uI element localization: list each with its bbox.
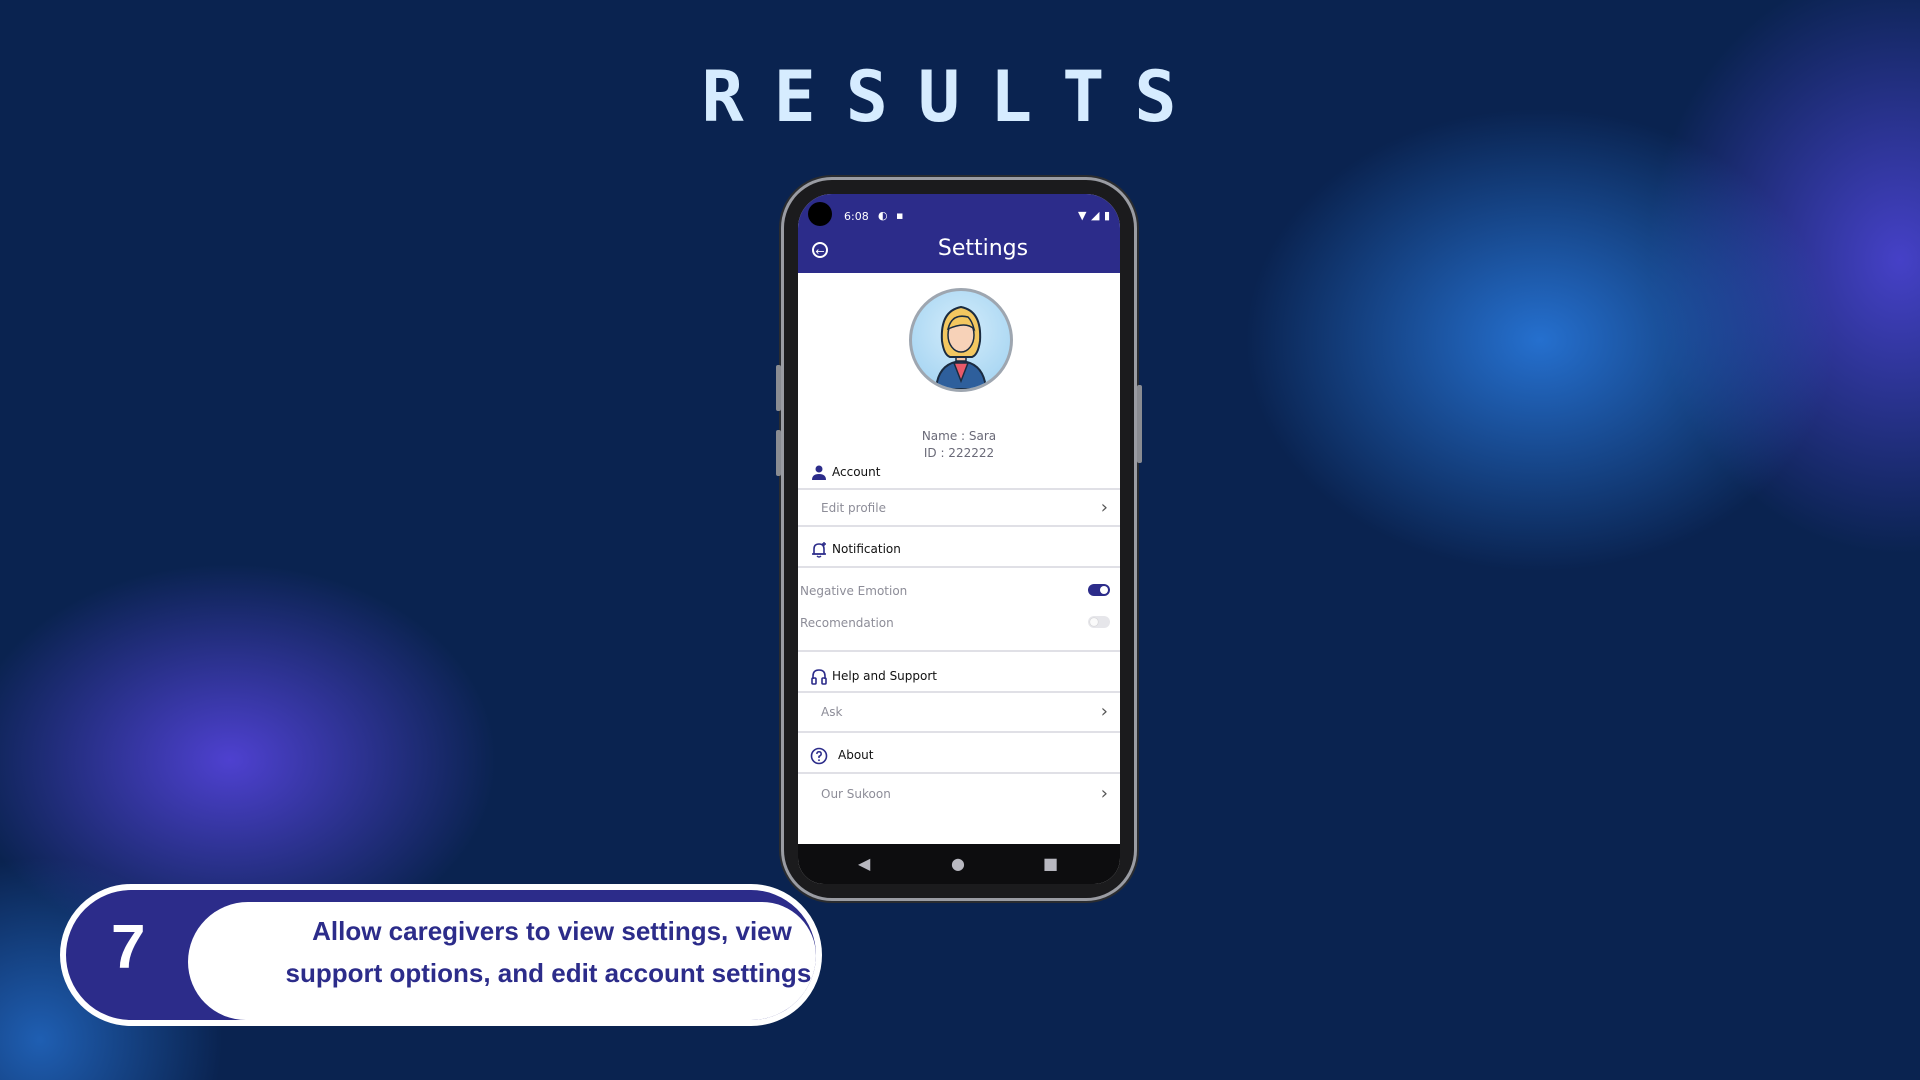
edit-profile-row[interactable]: Edit profile › (798, 490, 1120, 526)
our-sukoon-label: Our Sukoon (821, 787, 891, 801)
signal-icon: ◢ (1091, 209, 1100, 222)
status-bar: 6:08 ◐ ▪ ▼ ◢ ▮ (798, 208, 1120, 226)
chevron-right-icon: › (1100, 701, 1108, 722)
chevron-right-icon: › (1100, 783, 1108, 804)
section-about: About (798, 735, 1120, 775)
phone-side-button (1137, 385, 1142, 463)
android-nav-bar: ◀ ● ■ (798, 844, 1120, 884)
section-help-title: Help and Support (832, 669, 937, 683)
divider (798, 731, 1120, 733)
divider (798, 691, 1120, 693)
divider (798, 650, 1120, 652)
nav-home-icon[interactable]: ● (951, 854, 965, 873)
divider (798, 525, 1120, 527)
status-time: 6:08 (844, 210, 869, 223)
divider (798, 566, 1120, 568)
our-sukoon-row[interactable]: Our Sukoon › (798, 776, 1120, 812)
help-circle-icon (810, 747, 828, 765)
nav-recents-icon[interactable]: ■ (1043, 854, 1058, 873)
wifi-icon: ▼ (1078, 209, 1087, 222)
bell-add-icon (812, 542, 826, 558)
recommendation-row: Recomendation (798, 610, 1120, 638)
caption-card: 7 Allow caregivers to view settings, vie… (60, 884, 822, 1026)
sd-card-icon: ▪ (896, 209, 904, 222)
page-title: RESULTS (701, 56, 1207, 138)
toggle-knob (1090, 618, 1098, 626)
chevron-right-icon: › (1100, 497, 1108, 518)
profile-name: Name : Sara (921, 429, 997, 443)
step-number: 7 (111, 913, 146, 982)
toggle-knob (1100, 586, 1108, 594)
divider (798, 772, 1120, 774)
app-bar: 6:08 ◐ ▪ ▼ ◢ ▮ ← Settings (798, 194, 1120, 273)
data-saver-icon: ◐ (878, 209, 888, 222)
ask-label: Ask (821, 705, 843, 719)
section-help: Help and Support (798, 656, 1120, 696)
section-account: Account (798, 452, 1120, 492)
negative-emotion-label: Negative Emotion (800, 584, 908, 598)
edit-profile-label: Edit profile (821, 501, 886, 515)
headset-icon (811, 669, 827, 685)
person-icon (812, 465, 826, 480)
phone-mockup: 6:08 ◐ ▪ ▼ ◢ ▮ ← Settings Name : Sara ID… (776, 180, 1142, 898)
phone-screen: 6:08 ◐ ▪ ▼ ◢ ▮ ← Settings Name : Sara ID… (798, 194, 1120, 884)
avatar-woman-icon (934, 305, 988, 389)
phone-side-button (776, 365, 781, 411)
recommendation-label: Recomendation (800, 616, 894, 630)
app-bar-title: Settings (937, 236, 1029, 261)
ask-row[interactable]: Ask › (798, 694, 1120, 730)
section-notification: Notification (798, 529, 1120, 569)
phone-side-button (776, 430, 781, 476)
caption-panel: Allow caregivers to view settings, view … (188, 902, 816, 1020)
section-account-title: Account (832, 465, 881, 479)
section-notification-title: Notification (832, 542, 901, 556)
recommendation-toggle[interactable] (1088, 616, 1110, 628)
nav-back-icon[interactable]: ◀ (858, 854, 870, 873)
caption-text: Allow caregivers to view settings, view … (285, 916, 819, 988)
avatar (909, 288, 1013, 392)
negative-emotion-toggle[interactable] (1088, 584, 1110, 596)
battery-icon: ▮ (1104, 209, 1111, 222)
negative-emotion-row: Negative Emotion (798, 578, 1120, 606)
section-about-title: About (838, 748, 874, 762)
